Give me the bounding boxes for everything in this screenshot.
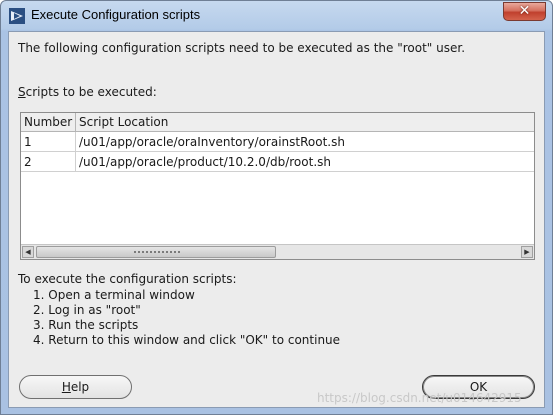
scripts-table: Number Script Location 1 /u01/app/oracle… bbox=[20, 112, 535, 260]
watermark: https://blog.csdn.net/u014642915 bbox=[317, 391, 522, 405]
scripts-label-mnemonic: S bbox=[18, 85, 26, 99]
java-app-icon bbox=[9, 8, 25, 24]
instructions: To execute the configuration scripts: 1.… bbox=[18, 272, 340, 348]
instruction-step: 1. Open a terminal window bbox=[33, 288, 195, 302]
table-row[interactable]: 1 /u01/app/oracle/oraInventory/orainstRo… bbox=[21, 132, 534, 152]
intro-text: The following configuration scripts need… bbox=[18, 41, 466, 55]
dialog-window: Execute Configuration scripts ✕ The foll… bbox=[0, 0, 553, 415]
close-icon: ✕ bbox=[518, 3, 531, 19]
help-mnemonic: H bbox=[61, 380, 71, 394]
row-number-cell: 1 bbox=[21, 132, 76, 152]
scripts-label-rest: cripts to be executed: bbox=[25, 85, 157, 99]
row-location-cell: /u01/app/oracle/product/10.2.0/db/root.s… bbox=[79, 155, 331, 169]
scroll-left-arrow-icon[interactable]: ◀ bbox=[22, 246, 34, 258]
column-header-script-location[interactable]: Script Location bbox=[76, 113, 534, 131]
dialog-content: The following configuration scripts need… bbox=[8, 31, 545, 408]
table-header: Number Script Location bbox=[21, 113, 534, 132]
instruction-step: 4. Return to this window and click "OK" … bbox=[33, 333, 341, 347]
close-button[interactable]: ✕ bbox=[503, 2, 546, 21]
title-bar[interactable]: Execute Configuration scripts ✕ bbox=[1, 1, 552, 31]
column-header-number[interactable]: Number bbox=[21, 113, 76, 131]
scroll-right-arrow-icon[interactable]: ▶ bbox=[521, 246, 533, 258]
table-row[interactable]: 2 /u01/app/oracle/product/10.2.0/db/root… bbox=[21, 152, 534, 172]
instruction-step: 2. Log in as "root" bbox=[33, 303, 141, 317]
instruction-step: 3. Run the scripts bbox=[33, 318, 139, 332]
instructions-heading: To execute the configuration scripts: bbox=[18, 272, 237, 286]
window-title: Execute Configuration scripts bbox=[31, 7, 201, 22]
row-number-cell: 2 bbox=[21, 152, 76, 172]
grip-icon bbox=[133, 250, 181, 254]
help-label-rest: elp bbox=[70, 380, 90, 394]
horizontal-scrollbar[interactable]: ◀ ▶ bbox=[21, 244, 534, 259]
row-location-cell: /u01/app/oracle/oraInventory/orainstRoot… bbox=[79, 135, 345, 149]
help-button[interactable]: Help bbox=[19, 375, 132, 399]
scrollbar-thumb[interactable] bbox=[36, 246, 276, 258]
scripts-label: Scripts to be executed: bbox=[18, 85, 157, 99]
